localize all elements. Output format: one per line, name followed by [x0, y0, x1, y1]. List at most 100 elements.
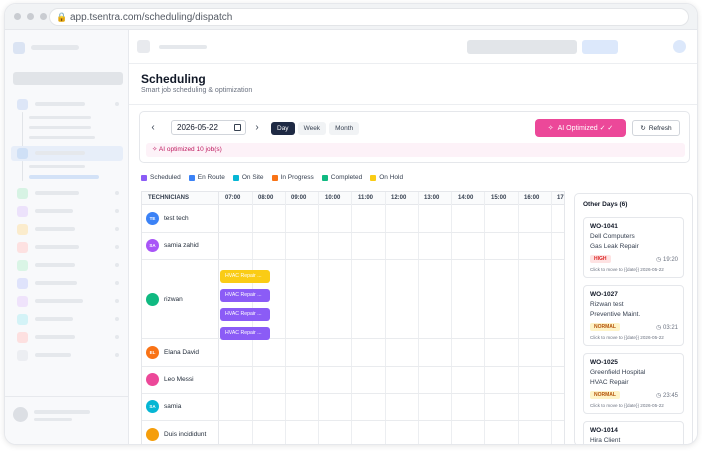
technician-row[interactable]: rizwan: [146, 293, 183, 306]
job-block[interactable]: HVAC Repair ...: [220, 289, 270, 302]
breadcrumb-placeholder: [159, 45, 207, 49]
avatar: SA: [146, 239, 159, 252]
technician-row[interactable]: EL Elana David: [146, 346, 199, 359]
nav-item[interactable]: [35, 335, 75, 339]
grid-vline: [484, 192, 485, 444]
hour-label: 16:00: [524, 195, 540, 201]
close-dot[interactable]: [14, 13, 21, 20]
nav-item[interactable]: [35, 317, 73, 321]
nav-item[interactable]: [35, 191, 79, 195]
nav-item[interactable]: [35, 299, 83, 303]
nav-item[interactable]: [35, 227, 75, 231]
work-order-id: WO-1027: [590, 291, 618, 298]
avatar: TE: [146, 212, 159, 225]
address-bar[interactable]: 🔒 app.tsentra.com/scheduling/dispatch: [49, 8, 689, 26]
user-avatar[interactable]: [13, 407, 28, 422]
next-day-button[interactable]: ›: [252, 122, 262, 133]
nav-icon: [17, 148, 28, 159]
nav-subitem[interactable]: [29, 116, 91, 119]
nav-dot: [115, 245, 119, 249]
work-order-card[interactable]: WO-1025 Greenfield Hospital HVAC Repair …: [583, 353, 684, 414]
window-controls: [14, 13, 47, 20]
nav-item[interactable]: [35, 102, 85, 106]
technicians-header: TECHNICIANS: [148, 195, 190, 201]
nav-subitem[interactable]: [29, 136, 95, 139]
technician-name: test tech: [164, 215, 189, 222]
schedule-grid[interactable]: TECHNICIANS 07:00 08:00 09:00 10:00 11:0…: [141, 191, 565, 444]
nav-item[interactable]: [35, 209, 73, 213]
calendar-icon[interactable]: [234, 124, 241, 131]
user-name-placeholder: [34, 410, 90, 414]
technician-row[interactable]: Leo Messi: [146, 373, 194, 386]
browser-bar: 🔒 app.tsentra.com/scheduling/dispatch: [5, 4, 697, 30]
legend-swatch: [321, 174, 328, 181]
nav-dot: [115, 335, 119, 339]
refresh-button[interactable]: ↻ Refresh: [632, 120, 680, 136]
hour-label: 14:00: [458, 195, 474, 201]
hour-label: 13:00: [424, 195, 440, 201]
clock-icon: ◷: [656, 393, 662, 399]
hour-label: 15:00: [491, 195, 507, 201]
priority-badge: HIGH: [590, 255, 611, 263]
tab-day[interactable]: Day: [271, 122, 295, 135]
scheduled-time: ◷ 19:20: [656, 256, 678, 263]
menu-toggle[interactable]: [137, 40, 150, 53]
move-hint[interactable]: Click to move to {{date}} 2026-05-22: [590, 403, 664, 408]
job-block[interactable]: HVAC Repair ...: [220, 308, 270, 321]
avatar[interactable]: [673, 40, 686, 53]
nav-item[interactable]: [35, 353, 71, 357]
tab-week[interactable]: Week: [297, 122, 327, 135]
legend-swatch: [232, 174, 239, 181]
technician-row[interactable]: TE test tech: [146, 212, 189, 225]
tab-month[interactable]: Month: [329, 122, 360, 135]
nav-subitem[interactable]: [29, 126, 91, 129]
maximize-dot[interactable]: [40, 13, 47, 20]
nav-dot: [115, 263, 119, 267]
row-divider: [142, 393, 564, 394]
nav-icon: [17, 314, 28, 325]
legend-swatch: [188, 174, 195, 181]
prev-day-button[interactable]: ‹: [148, 122, 158, 133]
nav-icon: [17, 350, 28, 361]
nav-item[interactable]: [35, 281, 77, 285]
main-content: Scheduling Smart job scheduling & optimi…: [129, 64, 697, 444]
priority-badge: NORMAL: [590, 323, 620, 331]
move-hint[interactable]: Click to move to {{date}} 2026-05-22: [590, 267, 664, 272]
technician-row[interactable]: SA samia: [146, 400, 181, 413]
client-name: Hira Client: [590, 437, 621, 444]
topbar-button[interactable]: [582, 40, 618, 54]
legend-swatch: [271, 174, 278, 181]
work-order-card[interactable]: WO-1027 Rizwan test Preventive Maint. NO…: [583, 285, 684, 346]
refresh-label: Refresh: [648, 124, 672, 132]
avatar: [146, 293, 159, 306]
nav-item[interactable]: [35, 263, 75, 267]
nav-icon: [17, 188, 28, 199]
nav-icon: [17, 242, 28, 253]
page-subtitle: Smart job scheduling & optimization: [141, 87, 253, 94]
client-name: Dell Computers: [590, 233, 635, 240]
job-block[interactable]: HVAC Repair ...: [220, 327, 270, 340]
nav-subitem-active[interactable]: [29, 175, 99, 179]
hour-label: 09:00: [291, 195, 307, 201]
technician-row[interactable]: SA samia zahid: [146, 239, 199, 252]
minimize-dot[interactable]: [27, 13, 34, 20]
sidebar-search[interactable]: [13, 72, 123, 85]
topbar-search[interactable]: [467, 40, 577, 54]
ai-optimize-button[interactable]: ✧ AI Optimized ✓ ✓: [535, 119, 626, 137]
technician-name: Leo Messi: [164, 376, 194, 383]
job-block[interactable]: HVAC Repair ...: [220, 270, 270, 283]
top-bar: [129, 30, 697, 64]
nav-icon: [17, 224, 28, 235]
work-order-card[interactable]: WO-1014 Hira Client: [583, 421, 684, 444]
work-order-card[interactable]: WO-1041 Dell Computers Gas Leak Repair H…: [583, 217, 684, 278]
technician-row[interactable]: Duis incididunt: [146, 428, 206, 441]
work-order-id: WO-1025: [590, 359, 618, 366]
avatar: [146, 428, 159, 441]
hour-label: 10:00: [325, 195, 341, 201]
move-hint[interactable]: Click to move to {{date}} 2026-05-22: [590, 335, 664, 340]
nav-subitem[interactable]: [29, 165, 85, 168]
technician-name: Duis incididunt: [164, 431, 207, 438]
legend-swatch: [370, 174, 377, 181]
date-input[interactable]: 2026-05-22: [171, 120, 246, 135]
nav-item[interactable]: [35, 245, 79, 249]
